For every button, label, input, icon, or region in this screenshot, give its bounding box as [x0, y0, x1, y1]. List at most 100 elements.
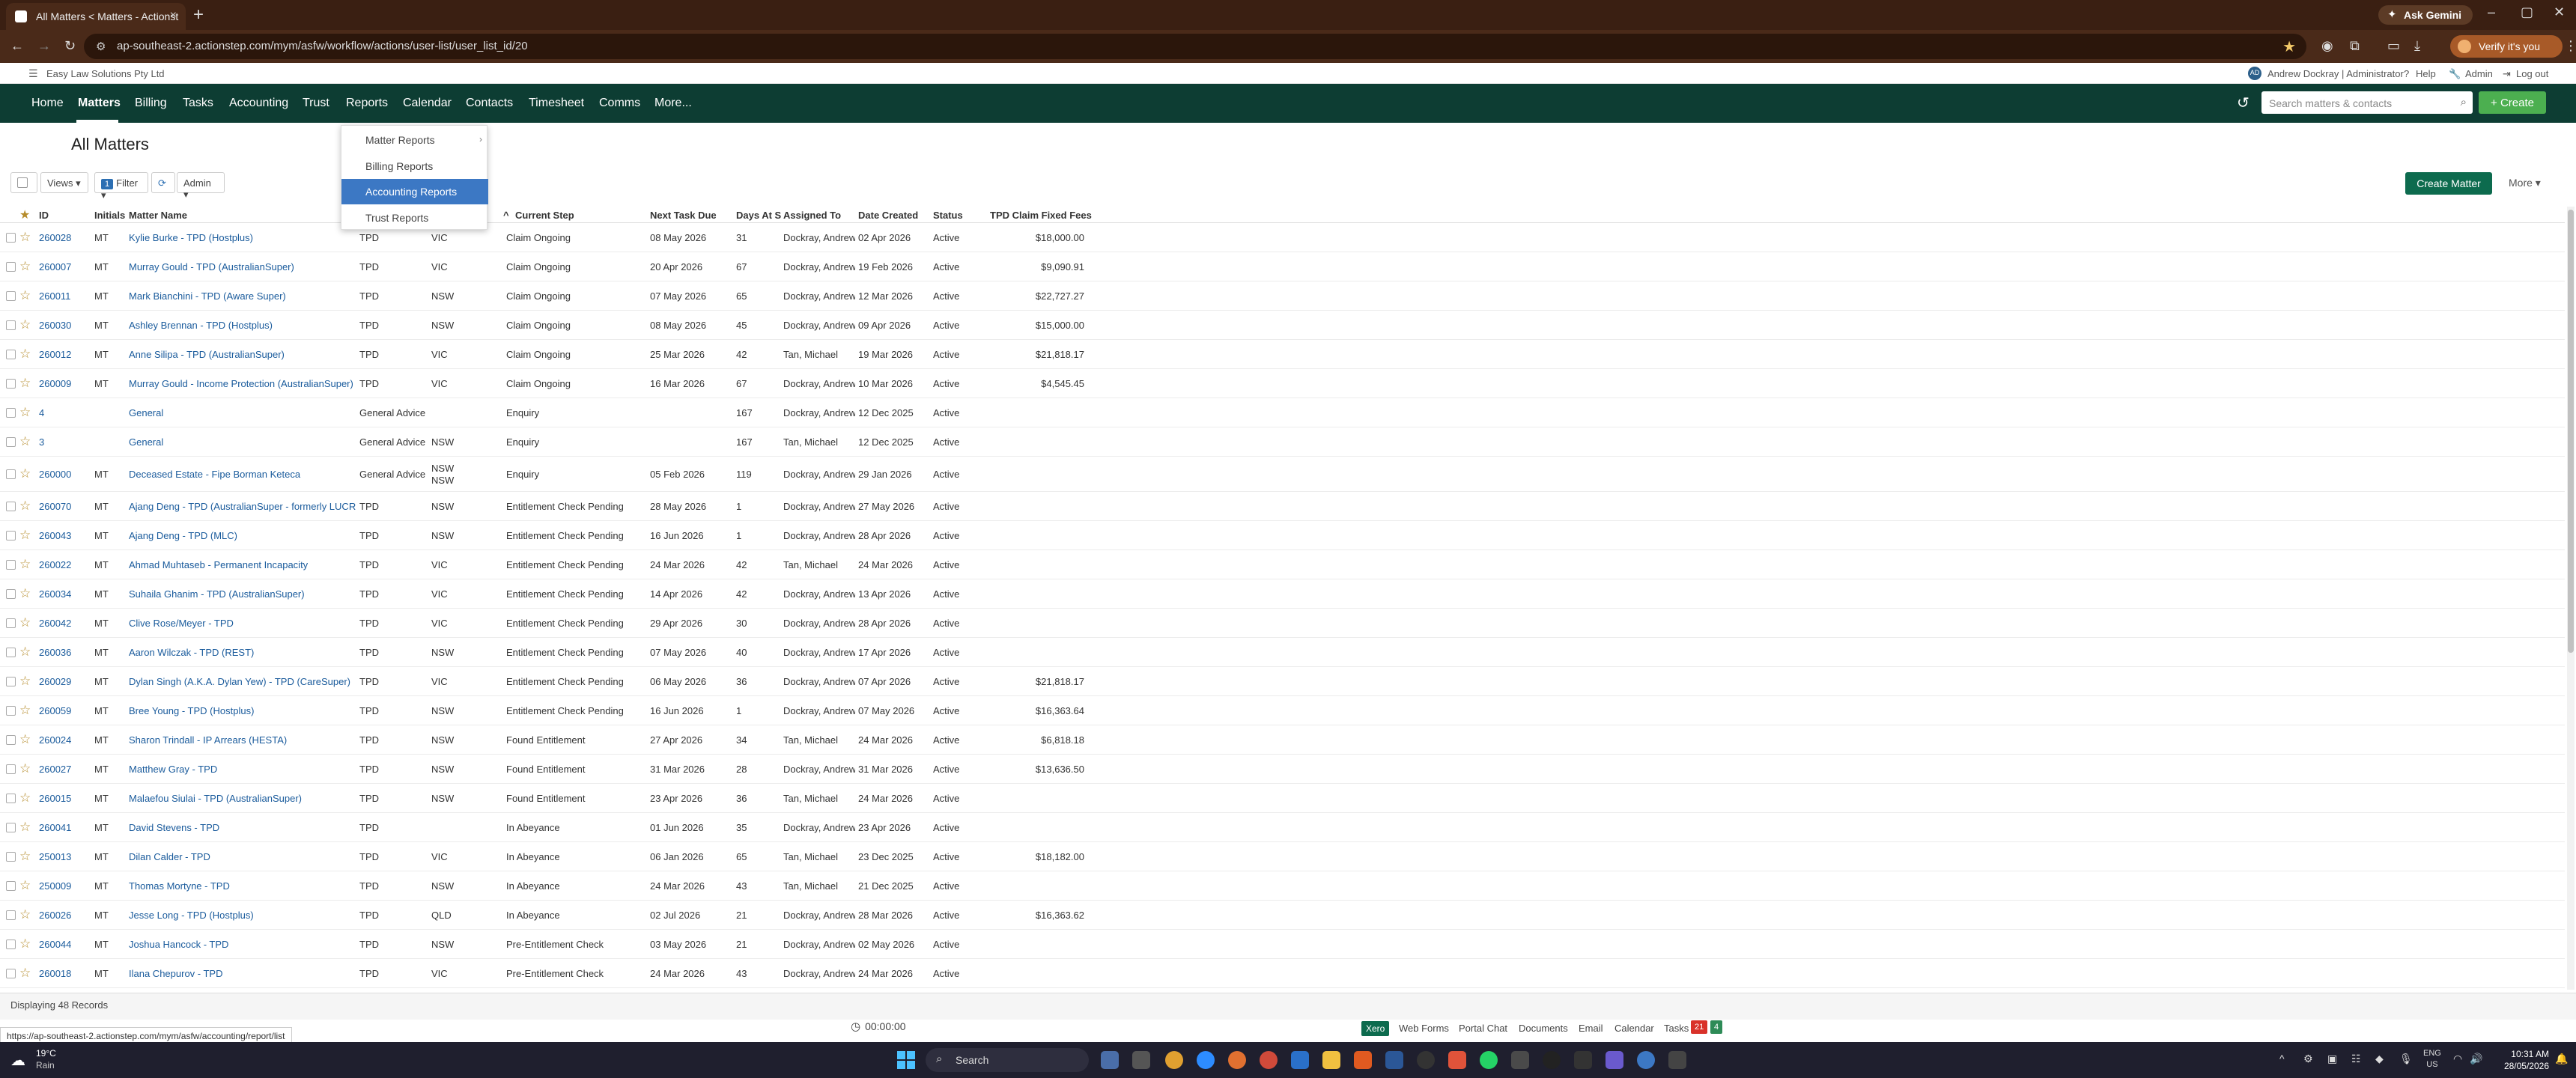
table-row[interactable]: ☆ 260030 MT Ashley Brennan - TPD (Hostplus)… [0, 311, 2565, 340]
nav-billing[interactable]: Billing [135, 97, 167, 110]
cell-matter-name[interactable]: General [129, 407, 356, 418]
cell-matter-name[interactable]: Kylie Burke - TPD (Hostplus) [129, 232, 356, 243]
brave-app-icon[interactable] [1260, 1051, 1278, 1069]
cell-matter-name[interactable]: Suhaila Ghanim - TPD (AustralianSuper) [129, 588, 356, 600]
task-view-icon[interactable] [1101, 1051, 1119, 1069]
wifi-icon[interactable]: ◠ [2453, 1053, 2462, 1065]
col-matter-name[interactable]: Matter Name [129, 210, 187, 221]
folder-app-icon[interactable] [1322, 1051, 1340, 1069]
windows-start-icon[interactable] [897, 1051, 915, 1069]
cell-id[interactable]: 260011 [39, 290, 91, 302]
nav-contacts[interactable]: Contacts [466, 97, 513, 110]
table-row[interactable]: ☆ 260011 MT Mark Bianchini - TPD (Aware Sup… [0, 281, 2565, 311]
mail-app-icon[interactable] [1291, 1051, 1309, 1069]
favorite-star-icon[interactable]: ☆ [19, 615, 31, 630]
row-checkbox[interactable] [6, 291, 16, 301]
filter-dropdown[interactable]: 1 Filter ▾ [94, 172, 148, 201]
col-tpd-claim-fixed-fees[interactable]: TPD Claim Fixed Fees [990, 210, 1092, 221]
nav-trust[interactable]: Trust [303, 97, 329, 110]
cell-id[interactable]: 260041 [39, 822, 91, 833]
col-date-created[interactable]: Date Created [858, 210, 918, 221]
table-row[interactable]: ☆ 260034 MT Suhaila Ghanim - TPD (Australia… [0, 579, 2565, 609]
search-app-icon[interactable] [1354, 1051, 1372, 1069]
cell-id[interactable]: 260024 [39, 734, 91, 746]
menu-matter-reports[interactable]: Matter Reports › [341, 127, 488, 153]
app-icon-17[interactable] [1574, 1051, 1592, 1069]
site-info-icon[interactable]: ⚙ [96, 40, 106, 53]
table-row[interactable]: ☆ 3 General General Advice NSW Enquiry 167 Tan,… [0, 427, 2565, 457]
calendar-link[interactable]: Calendar [1614, 1023, 1654, 1034]
favorite-star-icon[interactable]: ☆ [19, 878, 31, 893]
url-field[interactable]: ⚙ ap-southeast-2.actionstep.com/mym/asfw… [84, 34, 2306, 59]
row-checkbox[interactable] [6, 350, 16, 359]
table-row[interactable]: ☆ 260000 MT Deceased Estate - Fipe Borman K… [0, 457, 2565, 492]
row-checkbox[interactable] [6, 408, 16, 418]
cell-matter-name[interactable]: Ajang Deng - TPD (AustralianSuper - form… [129, 501, 356, 512]
row-checkbox[interactable] [6, 320, 16, 330]
row-checkbox[interactable] [6, 618, 16, 628]
favorite-star-icon[interactable]: ☆ [19, 674, 31, 689]
back-icon[interactable]: ← [10, 38, 24, 54]
browser-menu-icon[interactable]: ⋮ [2564, 38, 2576, 54]
table-row[interactable]: ☆ 260059 MT Bree Young - TPD (Hostplus) TPD N… [0, 696, 2565, 725]
volume-icon[interactable]: 🔊 [2470, 1053, 2482, 1065]
favorite-star-icon[interactable]: ☆ [19, 259, 31, 274]
menu-billing-reports[interactable]: Billing Reports [341, 153, 488, 179]
favorite-star-icon[interactable]: ☆ [19, 466, 31, 481]
cell-id[interactable]: 260022 [39, 559, 91, 570]
browser-tab[interactable]: All Matters < Matters - Actionst × [6, 3, 186, 30]
cell-id[interactable]: 4 [39, 407, 91, 418]
table-row[interactable]: ☆ 260036 MT Aaron Wilczak - TPD (REST) TPD NS… [0, 638, 2565, 667]
cell-matter-name[interactable]: Clive Rose/Meyer - TPD [129, 618, 356, 629]
cell-id[interactable]: 260043 [39, 530, 91, 541]
table-row[interactable]: ☆ 260012 MT Anne Silipa - TPD (AustralianSu… [0, 340, 2565, 369]
col-id[interactable]: ID [39, 210, 49, 221]
app-icon-18[interactable] [1606, 1051, 1623, 1069]
row-checkbox[interactable] [6, 560, 16, 570]
hamburger-menu-icon[interactable]: ☰ [28, 67, 38, 80]
cell-id[interactable]: 260044 [39, 939, 91, 950]
bookmark-star-icon[interactable]: ★ [2282, 37, 2296, 56]
create-button[interactable]: + Create [2479, 91, 2546, 114]
tray-display-icon[interactable]: ▣ [2327, 1053, 2337, 1065]
table-row[interactable]: ☆ 260022 MT Ahmad Muhtaseb - Permanent Inca… [0, 550, 2565, 579]
refresh-icon[interactable]: ⟳ [151, 172, 175, 193]
xero-link[interactable]: Xero [1361, 1021, 1390, 1036]
table-row[interactable]: ☆ 4 General General Advice Enquiry 167 Dockray… [0, 398, 2565, 427]
row-checkbox[interactable] [6, 648, 16, 657]
table-row[interactable]: ☆ 260027 MT Matthew Gray - TPD TPD NSW Found E… [0, 755, 2565, 784]
app-icon-19[interactable] [1637, 1051, 1655, 1069]
cell-id[interactable]: 260027 [39, 764, 91, 775]
cell-id[interactable]: 260007 [39, 261, 91, 272]
table-row[interactable]: ☆ 250013 MT Dilan Calder - TPD TPD VIC In Abey… [0, 842, 2565, 871]
app-icon-15[interactable] [1511, 1051, 1529, 1069]
row-checkbox[interactable] [6, 233, 16, 243]
cell-matter-name[interactable]: Murray Gould - TPD (AustralianSuper) [129, 261, 356, 272]
nav-comms[interactable]: Comms [599, 97, 640, 110]
extension-icon[interactable]: ◉ [2321, 38, 2333, 54]
cell-matter-name[interactable]: Ashley Brennan - TPD (Hostplus) [129, 320, 356, 331]
cell-matter-name[interactable]: Murray Gould - Income Protection (Austra… [129, 378, 356, 389]
admin-link[interactable]: Admin [2465, 68, 2493, 79]
cell-id[interactable]: 260015 [39, 793, 91, 804]
tasks-link[interactable]: Tasks [1664, 1023, 1689, 1034]
menu-trust-reports[interactable]: Trust Reports [341, 205, 488, 231]
chrome-app-icon[interactable] [1165, 1051, 1183, 1069]
row-checkbox[interactable] [6, 881, 16, 891]
create-matter-button[interactable]: Create Matter [2405, 172, 2492, 195]
help-link[interactable]: Help [2416, 68, 2436, 79]
cell-matter-name[interactable]: General [129, 436, 356, 448]
nav-reports[interactable]: Reports [346, 97, 388, 110]
nav-accounting[interactable]: Accounting [229, 97, 288, 110]
row-checkbox[interactable] [6, 823, 16, 832]
app-icon-12[interactable] [1417, 1051, 1435, 1069]
profile-verify-button[interactable]: Verify it's you [2450, 35, 2563, 58]
close-tab-icon[interactable]: × [170, 9, 177, 22]
new-tab-icon[interactable]: + [193, 4, 204, 25]
favorite-star-icon[interactable]: ☆ [19, 849, 31, 864]
cell-id[interactable]: 260034 [39, 588, 91, 600]
cell-matter-name[interactable]: Ajang Deng - TPD (MLC) [129, 530, 356, 541]
taskbar-search[interactable]: ⌕ Search [926, 1048, 1089, 1072]
cell-id[interactable]: 260028 [39, 232, 91, 243]
cell-id[interactable]: 260018 [39, 968, 91, 979]
